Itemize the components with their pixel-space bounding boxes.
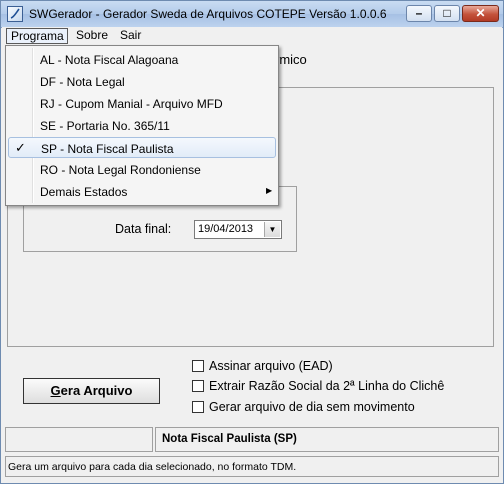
gera-button-label: era Arquivo	[60, 383, 133, 398]
maximize-icon: □	[443, 6, 451, 20]
main-window: SWGerador - Gerador Sweda de Arquivos CO…	[0, 0, 504, 484]
menu-item-se[interactable]: SE - Portaria No. 365/11	[8, 115, 276, 136]
menu-item-label: AL - Nota Fiscal Alagoana	[40, 53, 179, 67]
menu-item-label: RO - Nota Legal Rondoniense	[40, 163, 201, 177]
status-cell-empty	[5, 427, 153, 452]
status-bar-top: Nota Fiscal Paulista (SP)	[5, 427, 499, 452]
title-bar: SWGerador - Gerador Sweda de Arquivos CO…	[1, 1, 503, 28]
checkbox-box[interactable]	[192, 380, 204, 392]
status-hint-text: Gera um arquivo para cada dia selecionad…	[8, 461, 297, 473]
close-icon: ✕	[475, 6, 486, 20]
menu-item-label: DF - Nota Legal	[40, 75, 125, 89]
data-final-picker[interactable]: 19/04/2013 ▼	[194, 220, 282, 239]
close-button[interactable]: ✕	[462, 5, 499, 22]
menu-item-demais-estados[interactable]: Demais Estados ▶	[8, 181, 276, 202]
gera-arquivo-button[interactable]: Gera Arquivo	[23, 378, 160, 404]
checkbox-label: Assinar arquivo (EAD)	[209, 359, 333, 373]
minimize-button[interactable]: –	[406, 5, 432, 22]
menu-item-label: SE - Portaria No. 365/11	[40, 119, 170, 133]
checkbox-label: Extrair Razão Social da 2ª Linha do Clic…	[209, 379, 445, 393]
menu-item-label: RJ - Cupom Manial - Arquivo MFD	[40, 97, 223, 111]
menu-item-ro[interactable]: RO - Nota Legal Rondoniense	[8, 159, 276, 180]
menu-item-rj[interactable]: RJ - Cupom Manial - Arquivo MFD	[8, 93, 276, 114]
menu-item-df[interactable]: DF - Nota Legal	[8, 71, 276, 92]
maximize-button[interactable]: □	[434, 5, 460, 22]
submenu-arrow-icon: ▶	[266, 186, 273, 195]
menu-item-label: Demais Estados	[40, 185, 128, 199]
partial-header-label: rmico	[275, 52, 307, 67]
minimize-icon: –	[415, 6, 423, 20]
menu-bar: Programa Sobre Sair	[2, 27, 502, 45]
menu-sair[interactable]: Sair	[116, 28, 146, 44]
chevron-down-icon[interactable]: ▼	[264, 222, 280, 237]
gera-button-mnemonic: G	[50, 383, 61, 398]
data-final-label: Data final:	[115, 222, 172, 236]
data-final-value: 19/04/2013	[198, 223, 254, 235]
selected-program-status: Nota Fiscal Paulista (SP)	[162, 433, 297, 445]
window-title: SWGerador - Gerador Sweda de Arquivos CO…	[29, 7, 387, 21]
menu-sobre[interactable]: Sobre	[72, 28, 114, 44]
checkbox-box[interactable]	[192, 401, 204, 413]
programa-dropdown-menu: AL - Nota Fiscal Alagoana DF - Nota Lega…	[5, 45, 279, 206]
menu-programa[interactable]: Programa	[6, 28, 68, 44]
checkbox-label: Gerar arquivo de dia sem movimento	[209, 400, 415, 414]
checkbox-box[interactable]	[192, 360, 204, 372]
menu-item-sp[interactable]: ✓ SP - Nota Fiscal Paulista	[8, 137, 276, 158]
menu-item-al[interactable]: AL - Nota Fiscal Alagoana	[8, 49, 276, 70]
checkmark-icon: ✓	[15, 140, 26, 155]
app-icon	[7, 6, 23, 22]
status-cell-program: Nota Fiscal Paulista (SP)	[155, 427, 499, 452]
status-bar-hint: Gera um arquivo para cada dia selecionad…	[5, 456, 499, 477]
menu-item-label: SP - Nota Fiscal Paulista	[41, 142, 174, 156]
